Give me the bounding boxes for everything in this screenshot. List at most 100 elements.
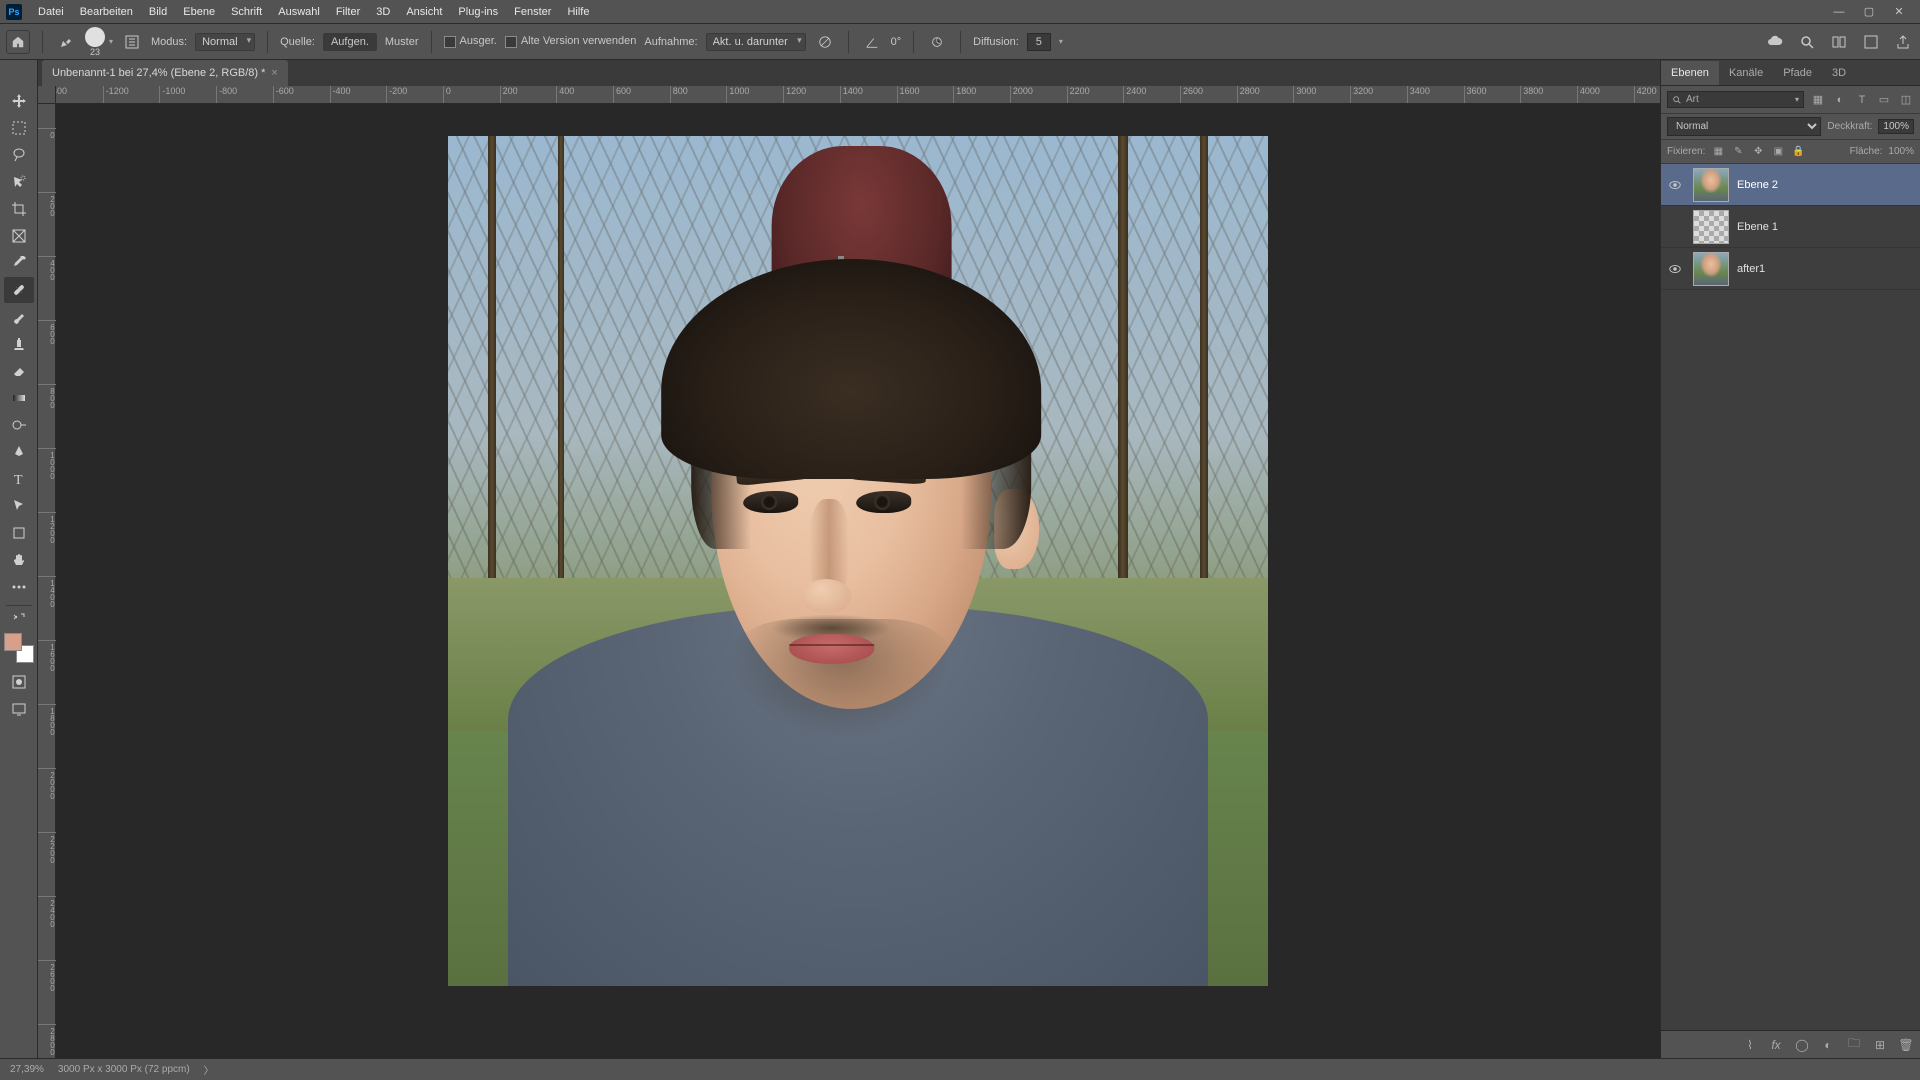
filter-adjustment-icon[interactable]: ◐ [1832, 92, 1848, 108]
swap-colors-icon[interactable] [4, 610, 34, 624]
quick-select-tool[interactable] [4, 169, 34, 195]
group-layers-icon[interactable]: 🗀 [1846, 1037, 1862, 1053]
menu-filter[interactable]: Filter [328, 2, 368, 22]
type-tool[interactable]: T [4, 466, 34, 492]
menu-ebene[interactable]: Ebene [175, 2, 223, 22]
canvas[interactable] [56, 104, 1660, 1058]
menu-bild[interactable]: Bild [141, 2, 175, 22]
opacity-value[interactable]: 100% [1878, 119, 1914, 134]
menu-3d[interactable]: 3D [368, 2, 398, 22]
brush-tool[interactable] [4, 304, 34, 330]
layer-visibility-toggle[interactable] [1665, 262, 1685, 276]
brush-preset-picker[interactable]: 23 ▾ [85, 27, 113, 57]
shape-tool[interactable] [4, 520, 34, 546]
healing-brush-tool[interactable] [4, 277, 34, 303]
brush-settings-button[interactable] [121, 31, 143, 53]
adjustment-layer-icon[interactable]: ◐ [1820, 1037, 1836, 1053]
link-layers-icon[interactable]: ⌇ [1742, 1037, 1758, 1053]
menu-hilfe[interactable]: Hilfe [559, 2, 597, 22]
arrange-docs-icon[interactable] [1828, 31, 1850, 53]
tab-ebenen[interactable]: Ebenen [1661, 61, 1719, 85]
menu-datei[interactable]: Datei [30, 2, 72, 22]
cloud-docs-icon[interactable] [1764, 31, 1786, 53]
window-maximize-button[interactable]: ▢ [1854, 2, 1884, 22]
zoom-level[interactable]: 27,39% [10, 1064, 44, 1075]
document-tab[interactable]: Unbenannt-1 bei 27,4% (Ebene 2, RGB/8) *… [42, 60, 288, 86]
more-tools[interactable] [4, 574, 34, 600]
new-layer-icon[interactable]: ⊞ [1872, 1037, 1888, 1053]
window-close-button[interactable]: ✕ [1884, 2, 1914, 22]
menu-bearbeiten[interactable]: Bearbeiten [72, 2, 141, 22]
lock-position-icon[interactable]: ✥ [1751, 145, 1765, 159]
filter-shape-icon[interactable]: ▭ [1876, 92, 1892, 108]
hand-tool[interactable] [4, 547, 34, 573]
angle-value[interactable]: 0° [891, 36, 902, 48]
layer-fx-icon[interactable]: fx [1768, 1037, 1784, 1053]
frame-tool[interactable] [4, 223, 34, 249]
crop-tool[interactable] [4, 196, 34, 222]
layer-thumbnail[interactable] [1693, 210, 1729, 244]
pen-tool[interactable] [4, 439, 34, 465]
legacy-checkbox[interactable]: Alte Version verwenden [505, 35, 637, 47]
color-swatches[interactable] [4, 633, 34, 663]
share-icon[interactable] [1892, 31, 1914, 53]
menu-plugins[interactable]: Plug-ins [450, 2, 506, 22]
layer-mask-icon[interactable]: ◯ [1794, 1037, 1810, 1053]
layer-name[interactable]: after1 [1737, 263, 1765, 275]
move-tool[interactable] [4, 88, 34, 114]
blend-mode-select[interactable]: Normal [195, 33, 255, 51]
quickmask-tool[interactable] [4, 669, 34, 695]
lock-all-icon[interactable]: 🔒 [1791, 145, 1805, 159]
sample-select[interactable]: Akt. u. darunter [706, 33, 806, 51]
menu-fenster[interactable]: Fenster [506, 2, 559, 22]
chevron-down-icon[interactable]: ▾ [1059, 37, 1063, 46]
layer-thumbnail[interactable] [1693, 168, 1729, 202]
tab-3d[interactable]: 3D [1822, 61, 1856, 85]
tool-preset-icon[interactable] [55, 31, 77, 53]
source-sampled-button[interactable]: Aufgen. [323, 33, 377, 51]
close-tab-icon[interactable]: × [271, 67, 277, 79]
fill-value[interactable]: 100% [1888, 146, 1914, 157]
eyedropper-tool[interactable] [4, 250, 34, 276]
foreground-color-swatch[interactable] [4, 633, 22, 651]
pressure-icon[interactable] [926, 31, 948, 53]
eraser-tool[interactable] [4, 358, 34, 384]
diffusion-value[interactable]: 5 [1027, 33, 1051, 51]
aligned-checkbox[interactable]: Ausger. [444, 35, 497, 47]
lasso-tool[interactable] [4, 142, 34, 168]
path-select-tool[interactable] [4, 493, 34, 519]
dodge-tool[interactable] [4, 412, 34, 438]
lock-transparency-icon[interactable]: ▦ [1711, 145, 1725, 159]
ignore-adjustment-icon[interactable] [814, 31, 836, 53]
window-minimize-button[interactable]: — [1824, 2, 1854, 22]
menu-schrift[interactable]: Schrift [223, 2, 270, 22]
lock-pixels-icon[interactable]: ✎ [1731, 145, 1745, 159]
layer-blend-mode-select[interactable]: Normal [1667, 117, 1821, 136]
layer-row[interactable]: after1 [1661, 248, 1920, 290]
document-info[interactable]: 3000 Px x 3000 Px (72 ppcm) [58, 1064, 190, 1075]
layer-filter-type[interactable]: Art ▾ [1667, 91, 1804, 108]
gradient-tool[interactable] [4, 385, 34, 411]
source-pattern-button[interactable]: Muster [385, 36, 419, 48]
layer-name[interactable]: Ebene 1 [1737, 221, 1778, 233]
menu-ansicht[interactable]: Ansicht [398, 2, 450, 22]
delete-layer-icon[interactable]: 🗑 [1898, 1037, 1914, 1053]
home-button[interactable] [6, 30, 30, 54]
layer-name[interactable]: Ebene 2 [1737, 179, 1778, 191]
menu-auswahl[interactable]: Auswahl [270, 2, 328, 22]
layer-thumbnail[interactable] [1693, 252, 1729, 286]
info-arrow-icon[interactable]: 〉 [204, 1062, 214, 1077]
tab-pfade[interactable]: Pfade [1773, 61, 1822, 85]
lock-artboard-icon[interactable]: ▣ [1771, 145, 1785, 159]
screenmode-tool[interactable] [4, 696, 34, 722]
marquee-tool[interactable] [4, 115, 34, 141]
filter-type-icon[interactable]: T [1854, 92, 1870, 108]
tab-kanaele[interactable]: Kanäle [1719, 61, 1773, 85]
search-icon[interactable] [1796, 31, 1818, 53]
clone-stamp-tool[interactable] [4, 331, 34, 357]
filter-smart-icon[interactable]: ◫ [1898, 92, 1914, 108]
vertical-ruler[interactable]: 0200400600800100012001400160018002000220… [38, 104, 56, 1058]
filter-pixels-icon[interactable]: ▦ [1810, 92, 1826, 108]
layer-row[interactable]: Ebene 2 [1661, 164, 1920, 206]
layer-visibility-toggle[interactable] [1665, 178, 1685, 192]
